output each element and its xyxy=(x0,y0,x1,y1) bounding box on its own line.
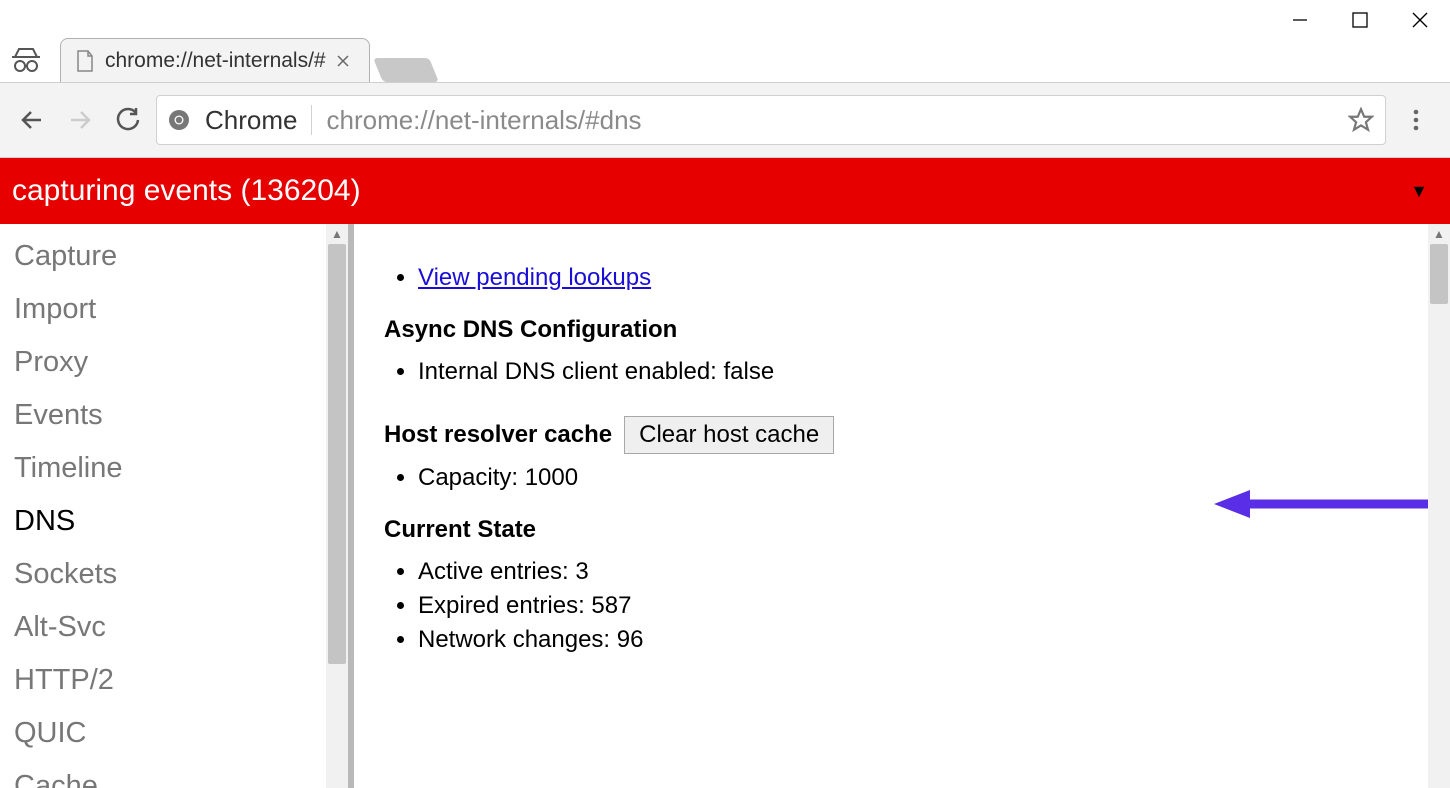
tab-close-icon[interactable] xyxy=(336,54,350,68)
sidebar-item-alt-svc[interactable]: Alt-Svc xyxy=(14,601,326,654)
capture-banner[interactable]: capturing events (136204) ▼ xyxy=(0,158,1450,224)
cache-capacity: Capacity: 1000 xyxy=(418,464,1410,492)
arrow-left-icon xyxy=(18,106,46,134)
capture-banner-text: capturing events (136204) xyxy=(12,174,361,208)
close-icon xyxy=(1411,11,1429,29)
expired-entries: Expired entries: 587 xyxy=(418,592,1410,620)
async-dns-status: Internal DNS client enabled: false xyxy=(418,358,1410,386)
arrow-right-icon xyxy=(66,106,94,134)
tab-title: chrome://net-internals/# xyxy=(105,49,326,73)
sidebar-item-import[interactable]: Import xyxy=(14,283,326,336)
bookmark-button[interactable] xyxy=(1347,106,1375,134)
sidebar-item-dns[interactable]: DNS xyxy=(14,495,326,548)
minimize-button[interactable] xyxy=(1270,0,1330,40)
incognito-icon xyxy=(8,42,44,78)
sidebar-wrap: CaptureImportProxyEventsTimelineDNSSocke… xyxy=(0,224,348,788)
scroll-thumb[interactable] xyxy=(1430,244,1448,304)
banner-collapse-icon[interactable]: ▼ xyxy=(1410,181,1428,202)
main-panel: View pending lookups Async DNS Configura… xyxy=(354,224,1450,788)
active-entries: Active entries: 3 xyxy=(418,558,1410,586)
tab-strip: chrome://net-internals/# xyxy=(60,32,434,82)
browser-tab[interactable]: chrome://net-internals/# xyxy=(60,38,370,82)
url-text[interactable]: chrome://net-internals/#dns xyxy=(326,105,1333,136)
host-cache-label: Host resolver cache xyxy=(384,421,612,449)
window-controls xyxy=(1270,0,1450,40)
network-changes: Network changes: 96 xyxy=(418,626,1410,654)
page-icon xyxy=(75,49,95,73)
sidebar-item-events[interactable]: Events xyxy=(14,389,326,442)
scroll-up-icon[interactable]: ▲ xyxy=(326,224,348,244)
maximize-icon xyxy=(1351,11,1369,29)
browser-toolbar: Chrome chrome://net-internals/#dns xyxy=(0,82,1450,158)
view-pending-lookups-link[interactable]: View pending lookups xyxy=(418,264,651,291)
sidebar-item-timeline[interactable]: Timeline xyxy=(14,442,326,495)
origin-chip: Chrome xyxy=(205,105,297,136)
sidebar-item-proxy[interactable]: Proxy xyxy=(14,336,326,389)
reload-button[interactable] xyxy=(108,100,148,140)
sidebar-item-capture[interactable]: Capture xyxy=(14,230,326,283)
sidebar-scrollbar[interactable]: ▲ xyxy=(326,224,348,788)
close-window-button[interactable] xyxy=(1390,0,1450,40)
kebab-menu-icon xyxy=(1412,108,1420,132)
async-dns-heading: Async DNS Configuration xyxy=(384,316,1410,344)
new-tab-button[interactable] xyxy=(373,58,439,82)
forward-button[interactable] xyxy=(60,100,100,140)
current-state-heading: Current State xyxy=(384,516,1410,544)
chrome-logo-icon xyxy=(167,108,191,132)
main-scrollbar[interactable]: ▲ xyxy=(1428,224,1450,788)
minimize-icon xyxy=(1291,11,1309,29)
omnibox-separator xyxy=(311,105,312,135)
sidebar-item-sockets[interactable]: Sockets xyxy=(14,548,326,601)
back-button[interactable] xyxy=(12,100,52,140)
scroll-up-icon[interactable]: ▲ xyxy=(1428,224,1450,244)
sidebar-item-cache[interactable]: Cache xyxy=(14,760,326,788)
browser-menu-button[interactable] xyxy=(1394,98,1438,142)
star-icon xyxy=(1348,107,1374,133)
address-bar[interactable]: Chrome chrome://net-internals/#dns xyxy=(156,95,1386,145)
sidebar-item-http-2[interactable]: HTTP/2 xyxy=(14,654,326,707)
maximize-button[interactable] xyxy=(1330,0,1390,40)
sidebar-item-quic[interactable]: QUIC xyxy=(14,707,326,760)
sidebar: CaptureImportProxyEventsTimelineDNSSocke… xyxy=(0,224,326,788)
clear-host-cache-button[interactable]: Clear host cache xyxy=(624,416,834,454)
reload-icon xyxy=(115,107,141,133)
scroll-thumb[interactable] xyxy=(328,244,346,664)
content-area: CaptureImportProxyEventsTimelineDNSSocke… xyxy=(0,224,1450,788)
